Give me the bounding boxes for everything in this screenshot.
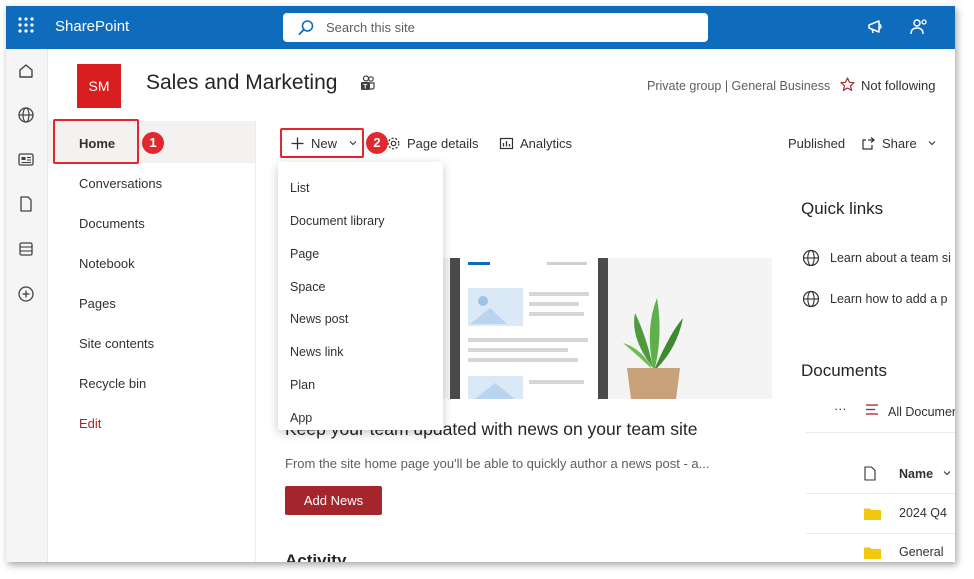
menu-item-space[interactable]: Space [290, 280, 325, 294]
table-row[interactable]: General [899, 545, 943, 559]
people-icon[interactable] [909, 17, 929, 37]
site-logo[interactable]: SM [77, 64, 121, 108]
list-view-icon[interactable] [865, 403, 879, 416]
app-name[interactable]: SharePoint [55, 18, 129, 35]
nav-item-recycle-bin[interactable]: Recycle bin [79, 376, 146, 391]
view-selector[interactable]: All Documen [888, 405, 955, 419]
add-news-button[interactable]: Add News [285, 486, 382, 515]
callout-badge-1: 1 [142, 132, 164, 154]
app-rail [6, 49, 48, 562]
nav-item-documents[interactable]: Documents [79, 216, 145, 231]
documents-divider [806, 432, 955, 433]
chevron-down-icon [943, 471, 950, 476]
star-icon [840, 77, 855, 91]
analytics-button[interactable]: Analytics [499, 136, 572, 151]
highlight-home [53, 119, 139, 164]
news-icon[interactable] [17, 150, 35, 168]
nav-item-site-contents[interactable]: Site contents [79, 336, 154, 351]
quick-link-item[interactable]: Learn about a team si [802, 249, 951, 267]
page-details-label: Page details [407, 136, 479, 151]
published-status: Published [788, 136, 846, 151]
folder-icon [864, 547, 881, 559]
folder-icon [864, 508, 881, 520]
menu-item-news-link[interactable]: News link [290, 345, 344, 359]
follow-button[interactable]: Not following [840, 77, 935, 93]
nav-divider [255, 121, 256, 562]
teams-icon[interactable]: T [359, 75, 376, 92]
nav-item-edit[interactable]: Edit [79, 416, 101, 431]
follow-label: Not following [861, 78, 936, 93]
menu-item-plan[interactable]: Plan [290, 378, 315, 392]
section-heading: Activity [285, 551, 347, 562]
share-icon [862, 137, 875, 150]
site-navigation: Home Conversations Documents Notebook Pa… [48, 121, 255, 562]
page-details-button[interactable]: Page details [386, 136, 479, 151]
app-launcher-icon[interactable] [18, 17, 34, 33]
news-description: From the site home page you'll be able t… [285, 456, 710, 471]
add-circle-icon[interactable] [17, 285, 35, 303]
table-row[interactable]: 2024 Q4 [899, 506, 947, 520]
search-box[interactable]: Search this site [283, 13, 708, 42]
search-icon [298, 20, 314, 35]
suite-bar: SharePoint Search this site [6, 6, 955, 49]
nav-item-notebook[interactable]: Notebook [79, 256, 135, 271]
nav-item-conversations[interactable]: Conversations [79, 176, 162, 191]
highlight-new-button [280, 128, 364, 158]
search-placeholder: Search this site [326, 20, 415, 35]
more-options-button[interactable]: ··· [834, 402, 847, 416]
table-row-divider [806, 493, 955, 494]
list-icon[interactable] [17, 240, 35, 258]
svg-text:T: T [363, 84, 367, 91]
quick-link-label: Learn how to add a p [830, 292, 948, 306]
quick-link-label: Learn about a team si [830, 251, 951, 265]
menu-item-page[interactable]: Page [290, 247, 319, 261]
callout-badge-2: 2 [366, 132, 388, 154]
gear-icon [387, 137, 400, 150]
share-button[interactable]: Share [861, 136, 936, 151]
column-header-name[interactable]: Name [899, 467, 951, 481]
megaphone-icon[interactable] [866, 17, 886, 37]
quick-link-item[interactable]: Learn how to add a p [802, 290, 947, 308]
menu-item-app[interactable]: App [290, 411, 312, 425]
share-label: Share [882, 136, 917, 151]
menu-item-news-post[interactable]: News post [290, 312, 348, 326]
file-type-icon [864, 466, 876, 481]
column-header-label: Name [899, 467, 934, 481]
quick-links-heading: Quick links [801, 199, 884, 218]
site-title[interactable]: Sales and Marketing [146, 71, 337, 95]
globe-icon [802, 290, 820, 308]
group-info: Private group | General Business [647, 79, 831, 93]
documents-heading: Documents [801, 361, 887, 380]
chevron-down-icon [928, 141, 936, 146]
globe-icon [802, 249, 820, 267]
menu-item-document-library[interactable]: Document library [290, 214, 384, 228]
table-row-divider [806, 533, 955, 534]
file-icon[interactable] [17, 195, 35, 213]
menu-item-list[interactable]: List [290, 181, 309, 195]
globe-icon[interactable] [17, 106, 35, 124]
analytics-label: Analytics [520, 136, 573, 151]
home-icon[interactable] [17, 62, 35, 80]
sharepoint-window: SharePoint Search this site SM Sales and… [6, 6, 955, 562]
new-menu: List Document library Page Space News po… [278, 162, 443, 430]
nav-item-pages[interactable]: Pages [79, 296, 116, 311]
analytics-icon [499, 137, 514, 150]
